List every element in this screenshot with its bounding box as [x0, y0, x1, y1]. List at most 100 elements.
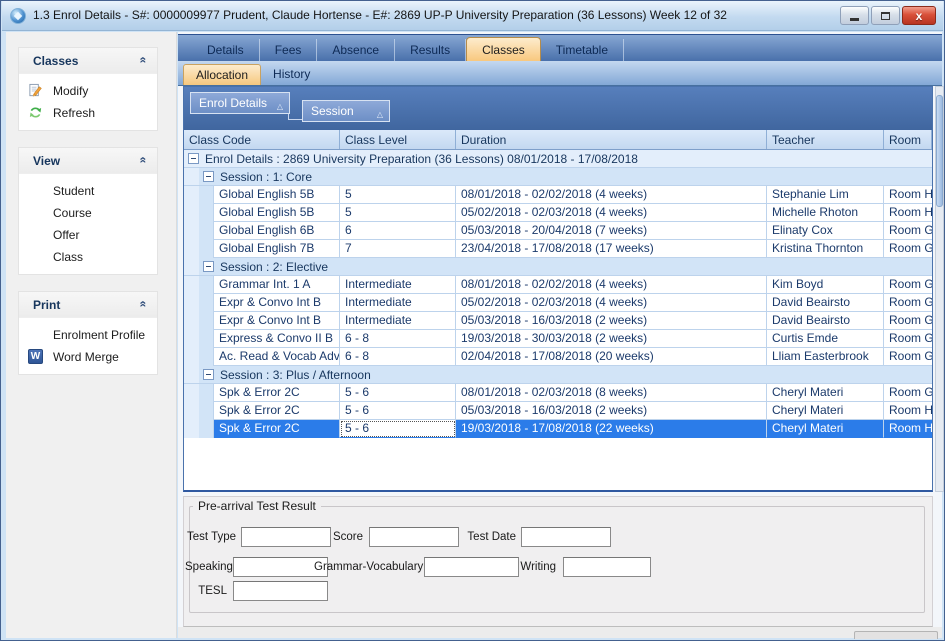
- collapse-minus-icon[interactable]: [203, 171, 214, 182]
- input-test-date[interactable]: [521, 527, 611, 547]
- cell-class-level[interactable]: 5: [340, 186, 456, 204]
- cell-room[interactable]: Room G -: [884, 222, 932, 240]
- cell-teacher[interactable]: David Beairsto: [767, 312, 884, 330]
- cell-room[interactable]: Room G -: [884, 384, 932, 402]
- close-button[interactable]: [902, 6, 936, 25]
- cell-class-code[interactable]: Expr & Convo Int B: [214, 294, 340, 312]
- cell-class-code[interactable]: Spk & Error 2C: [214, 384, 340, 402]
- partial-button[interactable]: [854, 631, 938, 639]
- class-row[interactable]: Global English 5B505/02/2018 - 02/03/201…: [184, 204, 932, 222]
- cell-teacher[interactable]: Lliam Easterbrook: [767, 348, 884, 366]
- class-row[interactable]: Ac. Read & Vocab Adv6 - 802/04/2018 - 17…: [184, 348, 932, 366]
- collapse-minus-icon[interactable]: [188, 153, 199, 164]
- tab-fees[interactable]: Fees: [260, 39, 318, 61]
- grid-vertical-scrollbar[interactable]: [935, 86, 944, 492]
- cell-duration[interactable]: 02/04/2018 - 17/08/2018 (20 weeks): [456, 348, 767, 366]
- tab-results[interactable]: Results: [395, 39, 466, 61]
- cell-class-level[interactable]: 6 - 8: [340, 330, 456, 348]
- cell-class-level[interactable]: Intermediate: [340, 276, 456, 294]
- group-button-enrol-details[interactable]: Enrol Details: [190, 92, 290, 114]
- cell-class-level[interactable]: 6 - 8: [340, 348, 456, 366]
- cell-duration[interactable]: 05/02/2018 - 02/03/2018 (4 weeks): [456, 204, 767, 222]
- sidebar-item-offer[interactable]: Offer: [19, 224, 157, 246]
- cell-room[interactable]: Room G -: [884, 294, 932, 312]
- sidebar-item-enrolment-profile[interactable]: Enrolment Profile: [19, 324, 157, 346]
- cell-duration[interactable]: 05/03/2018 - 20/04/2018 (7 weeks): [456, 222, 767, 240]
- cell-teacher[interactable]: Cheryl Materi: [767, 420, 884, 438]
- cell-class-code[interactable]: Grammar Int. 1 A: [214, 276, 340, 294]
- cell-class-code[interactable]: Global English 5B: [214, 186, 340, 204]
- session-group-row[interactable]: Session : 2: Elective: [184, 258, 932, 276]
- maximize-button[interactable]: [871, 6, 900, 25]
- cell-duration[interactable]: 05/03/2018 - 16/03/2018 (2 weeks): [456, 312, 767, 330]
- column-header-room[interactable]: Room: [884, 130, 932, 149]
- sidebar-item-refresh[interactable]: Refresh: [19, 102, 157, 124]
- tab-absence[interactable]: Absence: [317, 39, 395, 61]
- sidebar-item-word-merge[interactable]: WWord Merge: [19, 346, 157, 368]
- cell-teacher[interactable]: Kim Boyd: [767, 276, 884, 294]
- sidebar-section-header-print[interactable]: Print: [19, 292, 157, 318]
- input-writing[interactable]: [563, 557, 651, 577]
- cell-room[interactable]: Room H -: [884, 186, 932, 204]
- cell-teacher[interactable]: David Beairsto: [767, 294, 884, 312]
- sidebar-item-class[interactable]: Class: [19, 246, 157, 268]
- cell-room[interactable]: Room G -: [884, 348, 932, 366]
- session-group-row[interactable]: Session : 3: Plus / Afternoon: [184, 366, 932, 384]
- session-group-row[interactable]: Session : 1: Core: [184, 168, 932, 186]
- cell-duration[interactable]: 08/01/2018 - 02/02/2018 (4 weeks): [456, 186, 767, 204]
- cell-room[interactable]: Room G -: [884, 240, 932, 258]
- class-row[interactable]: Global English 6B605/03/2018 - 20/04/201…: [184, 222, 932, 240]
- cell-class-code[interactable]: Ac. Read & Vocab Adv: [214, 348, 340, 366]
- column-header-duration[interactable]: Duration: [456, 130, 767, 149]
- cell-class-code[interactable]: Global English 5B: [214, 204, 340, 222]
- class-row[interactable]: Global English 7B723/04/2018 - 17/08/201…: [184, 240, 932, 258]
- cell-duration[interactable]: 23/04/2018 - 17/08/2018 (17 weeks): [456, 240, 767, 258]
- class-row[interactable]: Spk & Error 2C5 - 608/01/2018 - 02/03/20…: [184, 384, 932, 402]
- cell-teacher[interactable]: Cheryl Materi: [767, 402, 884, 420]
- sidebar-item-modify[interactable]: Modify: [19, 80, 157, 102]
- cell-room[interactable]: Room H -: [884, 420, 932, 438]
- cell-duration[interactable]: 08/01/2018 - 02/02/2018 (4 weeks): [456, 276, 767, 294]
- subtab-history[interactable]: History: [261, 64, 322, 85]
- subtab-allocation[interactable]: Allocation: [183, 64, 261, 85]
- class-row[interactable]: Global English 5B508/01/2018 - 02/02/201…: [184, 186, 932, 204]
- cell-duration[interactable]: 19/03/2018 - 30/03/2018 (2 weeks): [456, 330, 767, 348]
- cell-room[interactable]: Room G -: [884, 330, 932, 348]
- column-header-class-level[interactable]: Class Level: [340, 130, 456, 149]
- class-row[interactable]: Grammar Int. 1 AIntermediate08/01/2018 -…: [184, 276, 932, 294]
- cell-duration[interactable]: 05/03/2018 - 16/03/2018 (2 weeks): [456, 402, 767, 420]
- column-header-class-code[interactable]: Class Code: [184, 130, 340, 149]
- cell-class-code[interactable]: Expr & Convo Int B: [214, 312, 340, 330]
- sidebar-item-course[interactable]: Course: [19, 202, 157, 224]
- class-row-selected[interactable]: Spk & Error 2C5 - 619/03/2018 - 17/08/20…: [184, 420, 932, 438]
- cell-duration[interactable]: 19/03/2018 - 17/08/2018 (22 weeks): [456, 420, 767, 438]
- cell-room[interactable]: Room G -: [884, 276, 932, 294]
- input-tesl[interactable]: [233, 581, 328, 601]
- cell-class-level[interactable]: 5 - 6: [340, 402, 456, 420]
- group-row-enrol-details[interactable]: Enrol Details : 2869 University Preparat…: [184, 150, 932, 168]
- tab-timetable[interactable]: Timetable: [541, 39, 624, 61]
- cell-duration[interactable]: 08/01/2018 - 02/03/2018 (8 weeks): [456, 384, 767, 402]
- cell-class-level[interactable]: Intermediate: [340, 294, 456, 312]
- group-button-session[interactable]: Session: [302, 100, 390, 122]
- cell-room[interactable]: Room G -: [884, 312, 932, 330]
- sidebar-section-header-view[interactable]: View: [19, 148, 157, 174]
- sidebar-section-header-classes[interactable]: Classes: [19, 48, 157, 74]
- class-row[interactable]: Express & Convo II B6 - 819/03/2018 - 30…: [184, 330, 932, 348]
- cell-class-level[interactable]: 6: [340, 222, 456, 240]
- cell-teacher[interactable]: Cheryl Materi: [767, 384, 884, 402]
- cell-teacher[interactable]: Elinaty Cox: [767, 222, 884, 240]
- cell-class-code[interactable]: Express & Convo II B: [214, 330, 340, 348]
- collapse-minus-icon[interactable]: [203, 261, 214, 272]
- cell-class-level[interactable]: 5 - 6: [340, 420, 456, 438]
- cell-teacher[interactable]: Kristina Thornton: [767, 240, 884, 258]
- tab-classes[interactable]: Classes: [466, 37, 541, 61]
- cell-room[interactable]: Room H -: [884, 204, 932, 222]
- collapse-minus-icon[interactable]: [203, 369, 214, 380]
- cell-class-level[interactable]: 7: [340, 240, 456, 258]
- cell-room[interactable]: Room H -: [884, 402, 932, 420]
- cell-class-code[interactable]: Spk & Error 2C: [214, 420, 340, 438]
- input-score[interactable]: [369, 527, 459, 547]
- cell-duration[interactable]: 05/02/2018 - 02/03/2018 (4 weeks): [456, 294, 767, 312]
- cell-class-code[interactable]: Spk & Error 2C: [214, 402, 340, 420]
